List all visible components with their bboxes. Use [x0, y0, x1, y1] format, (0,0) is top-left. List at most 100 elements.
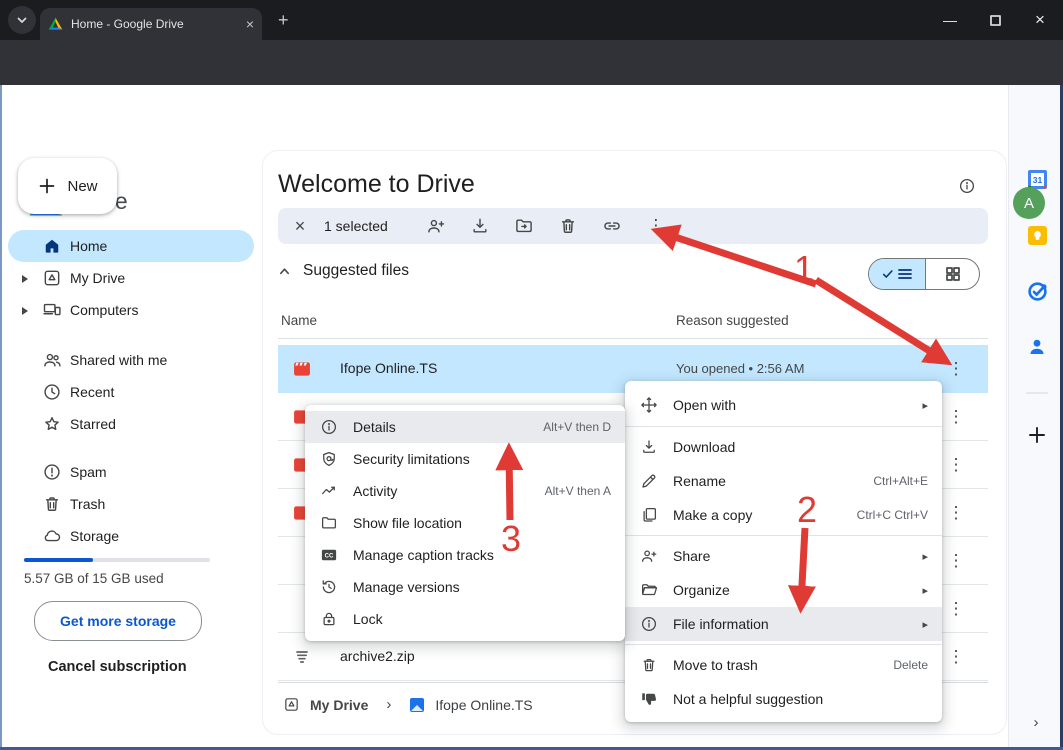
- person-add-icon: [639, 546, 659, 566]
- suggested-files-header[interactable]: Suggested files: [278, 262, 409, 280]
- sidebar-item-starred[interactable]: Starred: [8, 408, 254, 440]
- tab-search-button[interactable]: [8, 6, 36, 34]
- download-icon: [470, 216, 490, 236]
- storage-used-text: 5.57 GB of 15 GB used: [24, 571, 164, 586]
- my-drive-icon: [42, 268, 62, 288]
- file-reason: You opened • 2:56 AM: [676, 361, 804, 376]
- menu-item-label: Organize: [673, 582, 908, 598]
- sidebar-item-label: My Drive: [70, 270, 125, 286]
- cancel-subscription-label: Cancel subscription: [48, 659, 187, 675]
- expand-caret-icon[interactable]: [21, 270, 29, 286]
- menu-item-organize[interactable]: Organize ▸: [625, 573, 942, 607]
- menu-item-not-helpful[interactable]: Not a helpful suggestion: [625, 682, 942, 716]
- tasks-app-button[interactable]: [1026, 280, 1048, 302]
- more-actions-button[interactable]: ⋮: [644, 214, 668, 238]
- rename-icon: [639, 471, 659, 491]
- window-close-button[interactable]: ×: [1028, 8, 1052, 32]
- new-button[interactable]: New: [18, 158, 117, 214]
- submenu-item-manage-versions[interactable]: Manage versions: [305, 571, 625, 603]
- submenu-item-security-limitations[interactable]: Security limitations: [305, 443, 625, 475]
- contacts-app-button[interactable]: [1026, 336, 1048, 358]
- share-button[interactable]: [424, 214, 448, 238]
- submenu-item-details[interactable]: Details Alt+V then D: [305, 411, 625, 443]
- trash-button[interactable]: [556, 214, 580, 238]
- row-more-button[interactable]: ⋮: [944, 405, 968, 429]
- grid-view-button[interactable]: [926, 259, 979, 289]
- browser-tab[interactable]: Home - Google Drive ×: [40, 8, 262, 40]
- submenu-item-manage-caption-tracks[interactable]: CC Manage caption tracks: [305, 539, 625, 571]
- menu-item-label: File information: [673, 616, 908, 632]
- sidebar-item-spam[interactable]: Spam: [8, 456, 254, 488]
- menu-divider: [625, 644, 942, 645]
- storage-progress-bar: [24, 558, 210, 562]
- new-button-label: New: [67, 178, 97, 195]
- row-more-button[interactable]: ⋮: [944, 501, 968, 525]
- get-addons-button[interactable]: [1026, 424, 1048, 446]
- window-edge-left: [0, 85, 2, 750]
- keep-app-button[interactable]: [1026, 224, 1048, 246]
- menu-item-make-a-copy[interactable]: Make a copy Ctrl+C Ctrl+V: [625, 498, 942, 532]
- row-more-button[interactable]: ⋮: [944, 357, 968, 381]
- clear-selection-button[interactable]: ×: [288, 214, 312, 238]
- get-more-storage-button[interactable]: Get more storage: [34, 601, 202, 641]
- file-context-menu: Open with ▸ Download Rename Ctrl+Alt+E M…: [625, 381, 942, 722]
- menu-item-rename[interactable]: Rename Ctrl+Alt+E: [625, 464, 942, 498]
- computers-icon: [42, 300, 62, 320]
- column-header-name[interactable]: Name: [281, 313, 317, 328]
- breadcrumb-location[interactable]: My Drive: [310, 697, 368, 713]
- show-side-panel-button[interactable]: ›: [1026, 712, 1046, 732]
- submenu-item-lock[interactable]: Lock: [305, 603, 625, 635]
- page-info-button[interactable]: [958, 177, 976, 200]
- video-file-icon: [292, 359, 312, 379]
- menu-item-download[interactable]: Download: [625, 430, 942, 464]
- collapse-chevron-icon[interactable]: [278, 265, 291, 278]
- sidebar-item-home[interactable]: Home: [8, 230, 254, 262]
- window-maximize-button[interactable]: [983, 8, 1007, 32]
- open-with-icon: [639, 395, 659, 415]
- tab-title: Home - Google Drive: [71, 17, 238, 31]
- link-icon: [602, 216, 622, 236]
- sidebar-item-storage[interactable]: Storage: [8, 520, 254, 552]
- row-more-button[interactable]: ⋮: [944, 645, 968, 669]
- selection-toolbar: × 1 selected ⋮: [278, 208, 988, 244]
- home-icon: [42, 236, 62, 256]
- expand-caret-icon[interactable]: [21, 302, 29, 318]
- trash-icon: [639, 655, 659, 675]
- storage-progress-fill: [24, 558, 93, 562]
- row-more-button[interactable]: ⋮: [944, 597, 968, 621]
- menu-item-move-to-trash[interactable]: Move to trash Delete: [625, 648, 942, 682]
- view-toggle[interactable]: [868, 258, 980, 290]
- submenu-item-show-file-location[interactable]: Show file location: [305, 507, 625, 539]
- menu-item-file-information[interactable]: File information ▸: [625, 607, 942, 641]
- file-name: archive2.zip: [340, 648, 415, 664]
- browser-toolbar: ← → drive.google.com/drive/home ☆ {} A ⋮: [0, 40, 1063, 85]
- new-tab-button[interactable]: +: [278, 10, 289, 31]
- breadcrumb-file[interactable]: Ifope Online.TS: [435, 697, 532, 713]
- file-thumb-icon: [409, 697, 425, 713]
- sidebar-item-label: Shared with me: [70, 352, 167, 368]
- clock-icon: [42, 382, 62, 402]
- sidebar-item-trash[interactable]: Trash: [8, 488, 254, 520]
- drive-profile-avatar[interactable]: A: [1013, 187, 1045, 219]
- sidebar-item-computers[interactable]: Computers: [8, 294, 254, 326]
- tab-close-icon[interactable]: ×: [246, 16, 254, 32]
- menu-item-share[interactable]: Share ▸: [625, 539, 942, 573]
- menu-shortcut: Ctrl+C Ctrl+V: [857, 508, 928, 522]
- move-to-folder-button[interactable]: [512, 214, 536, 238]
- sidebar-item-my-drive[interactable]: My Drive: [8, 262, 254, 294]
- sidebar-item-shared-with-me[interactable]: Shared with me: [8, 344, 254, 376]
- menu-item-open-with[interactable]: Open with ▸: [625, 387, 942, 423]
- section-title: Suggested files: [303, 262, 409, 280]
- get-link-button[interactable]: [600, 214, 624, 238]
- browser-window: Home - Google Drive × + — × ← → drive.go…: [0, 0, 1063, 750]
- history-icon: [319, 577, 339, 597]
- download-button[interactable]: [468, 214, 492, 238]
- submenu-item-activity[interactable]: Activity Alt+V then A: [305, 475, 625, 507]
- window-minimize-button[interactable]: —: [938, 8, 962, 32]
- column-header-reason[interactable]: Reason suggested: [676, 313, 789, 328]
- row-more-button[interactable]: ⋮: [944, 549, 968, 573]
- sidebar-item-recent[interactable]: Recent: [8, 376, 254, 408]
- row-more-button[interactable]: ⋮: [944, 453, 968, 477]
- cancel-subscription-link[interactable]: Cancel subscription: [48, 659, 187, 675]
- list-view-button[interactable]: [869, 259, 926, 289]
